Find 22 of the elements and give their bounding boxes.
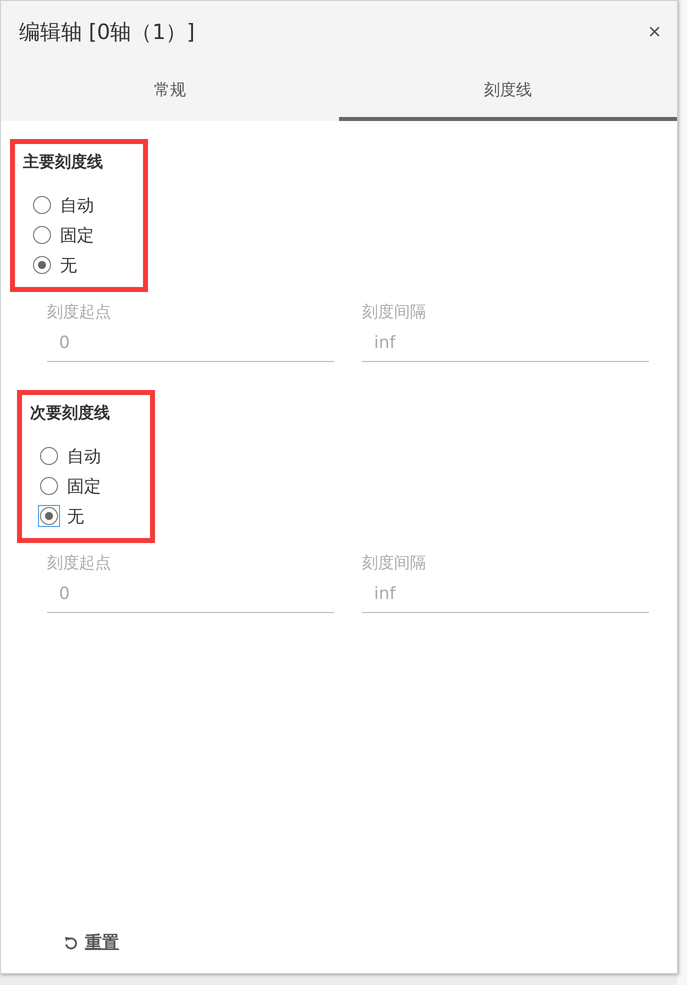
- radio-option[interactable]: 固定: [40, 474, 150, 498]
- radio-button[interactable]: [33, 196, 51, 214]
- tab[interactable]: 常规: [1, 63, 339, 121]
- radio-button[interactable]: [40, 447, 58, 465]
- radio-button[interactable]: [33, 256, 51, 274]
- field-label: 刻度间隔: [362, 553, 427, 574]
- reset-button[interactable]: 重置: [57, 930, 125, 955]
- radio-button[interactable]: [33, 226, 51, 244]
- radio-option[interactable]: 无: [40, 504, 150, 528]
- radio-option[interactable]: 自动: [33, 193, 143, 217]
- radio-button[interactable]: [40, 477, 58, 495]
- field-label: 刻度间隔: [362, 302, 427, 323]
- radio-option[interactable]: 无: [33, 253, 143, 277]
- window-title: 编辑轴 [0轴（1）]: [19, 19, 195, 46]
- radio-option[interactable]: 固定: [33, 223, 143, 247]
- radio-option[interactable]: 自动: [40, 444, 150, 468]
- section-title: 主要刻度线: [23, 152, 104, 173]
- section-title: 次要刻度线: [30, 403, 111, 424]
- undo-icon: [63, 934, 79, 950]
- field-label: 刻度起点: [47, 302, 112, 323]
- close-button[interactable]: ×: [644, 19, 665, 45]
- field-label: 刻度起点: [47, 553, 112, 574]
